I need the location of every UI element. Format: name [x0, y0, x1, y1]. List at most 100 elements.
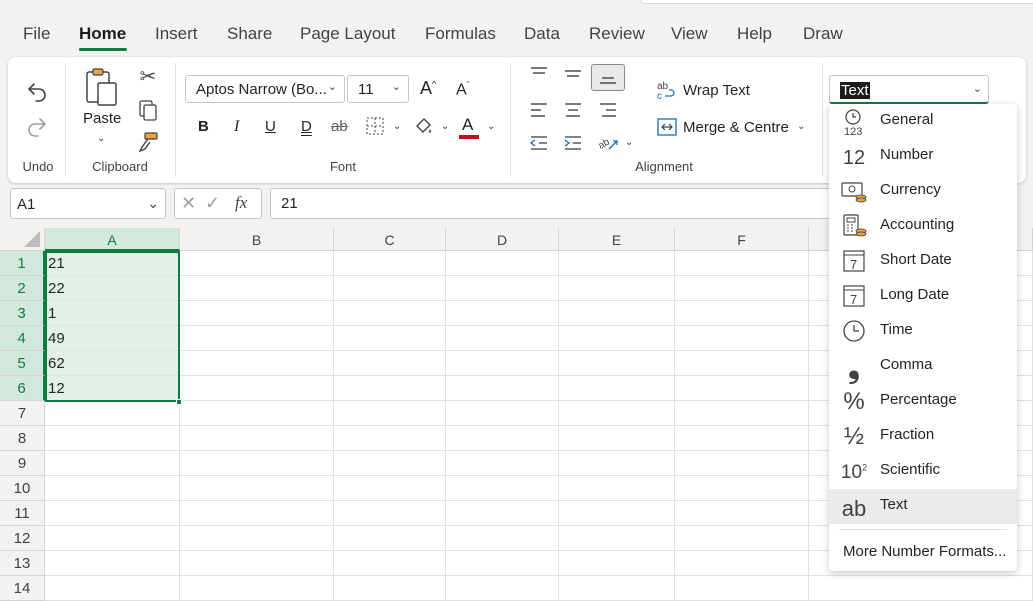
cell-b5[interactable] [180, 351, 334, 376]
cell-f9[interactable] [675, 451, 809, 476]
cell-e5[interactable] [559, 351, 675, 376]
cell-d12[interactable] [446, 526, 559, 551]
tab-page-layout[interactable]: Page Layout [300, 24, 395, 44]
row-header-7[interactable]: 7 [0, 401, 45, 426]
row-header-5[interactable]: 5 [0, 351, 45, 376]
cell-d4[interactable] [446, 326, 559, 351]
select-all-button[interactable] [0, 228, 45, 251]
cell-f12[interactable] [675, 526, 809, 551]
decrease-indent-icon[interactable] [528, 134, 550, 156]
cell-a4[interactable]: 49 [45, 326, 180, 351]
row-header-13[interactable]: 13 [0, 551, 45, 576]
column-header-c[interactable]: C [334, 228, 446, 251]
cell-d3[interactable] [446, 301, 559, 326]
cell-f3[interactable] [675, 301, 809, 326]
cell-a7[interactable] [45, 401, 180, 426]
cell-a13[interactable] [45, 551, 180, 576]
cell-e10[interactable] [559, 476, 675, 501]
font-color-button[interactable]: A [462, 115, 473, 135]
cell-e8[interactable] [559, 426, 675, 451]
row-header-11[interactable]: 11 [0, 501, 45, 526]
cell-f11[interactable] [675, 501, 809, 526]
cell-d2[interactable] [446, 276, 559, 301]
format-item-time[interactable]: Time [829, 314, 1017, 349]
cell-c7[interactable] [334, 401, 446, 426]
cell-e7[interactable] [559, 401, 675, 426]
undo-icon[interactable] [24, 79, 50, 108]
row-header-3[interactable]: 3 [0, 301, 45, 326]
cell-f1[interactable] [675, 251, 809, 276]
cell-e13[interactable] [559, 551, 675, 576]
tab-draw[interactable]: Draw [803, 24, 843, 44]
cell-b8[interactable] [180, 426, 334, 451]
format-item-percentage[interactable]: % Percentage [829, 384, 1017, 419]
shrink-font-button[interactable]: Aˇ [456, 80, 470, 99]
tab-share[interactable]: Share [227, 24, 272, 44]
fill-color-chevron-icon[interactable]: ⌄ [441, 121, 449, 132]
cell-d10[interactable] [446, 476, 559, 501]
cell-c8[interactable] [334, 426, 446, 451]
column-header-d[interactable]: D [446, 228, 559, 251]
cell-c6[interactable] [334, 376, 446, 401]
insert-function-button[interactable]: fx [235, 193, 247, 213]
strikethrough-button[interactable]: ab [331, 118, 348, 135]
cell-f14[interactable] [675, 576, 809, 601]
cell-d7[interactable] [446, 401, 559, 426]
cell-c11[interactable] [334, 501, 446, 526]
cell-a3[interactable]: 1 [45, 301, 180, 326]
row-header-9[interactable]: 9 [0, 451, 45, 476]
enter-icon[interactable]: ✓ [205, 193, 220, 214]
align-left-icon[interactable] [528, 101, 550, 123]
tab-insert[interactable]: Insert [155, 24, 198, 44]
font-name-select[interactable]: Aptos Narrow (Bo... ⌄ [185, 75, 345, 103]
cell-b13[interactable] [180, 551, 334, 576]
cell-e9[interactable] [559, 451, 675, 476]
number-format-select[interactable]: Text ⌄ [829, 75, 989, 104]
cell-b14[interactable] [180, 576, 334, 601]
font-color-chevron-icon[interactable]: ⌄ [487, 121, 495, 132]
tab-file[interactable]: File [23, 24, 50, 44]
cell-a10[interactable] [45, 476, 180, 501]
tab-view[interactable]: View [671, 24, 708, 44]
format-item-number[interactable]: 12 Number [829, 139, 1017, 174]
format-item-fraction[interactable]: ½ Fraction [829, 419, 1017, 454]
format-item-accounting[interactable]: Accounting [829, 209, 1017, 244]
cell-e3[interactable] [559, 301, 675, 326]
cell-b6[interactable] [180, 376, 334, 401]
tab-home[interactable]: Home [79, 24, 126, 44]
cell-c14[interactable] [334, 576, 446, 601]
cell-c12[interactable] [334, 526, 446, 551]
tab-help[interactable]: Help [737, 24, 772, 44]
cell-f13[interactable] [675, 551, 809, 576]
fill-handle[interactable] [176, 399, 182, 405]
tab-data[interactable]: Data [524, 24, 560, 44]
cell-d6[interactable] [446, 376, 559, 401]
format-item-long-date[interactable]: 7 Long Date [829, 279, 1017, 314]
cancel-icon[interactable]: ✕ [181, 193, 196, 214]
row-header-6[interactable]: 6 [0, 376, 45, 401]
cell-d11[interactable] [446, 501, 559, 526]
row-header-4[interactable]: 4 [0, 326, 45, 351]
orientation-chevron-icon[interactable]: ⌄ [625, 137, 633, 148]
merge-chevron-icon[interactable]: ⌄ [797, 121, 805, 132]
cell-d13[interactable] [446, 551, 559, 576]
cell-b3[interactable] [180, 301, 334, 326]
name-box[interactable]: A1 ⌄ [10, 188, 166, 219]
cell-b10[interactable] [180, 476, 334, 501]
more-number-formats-item[interactable]: More Number Formats... [843, 543, 1006, 560]
cell-d5[interactable] [446, 351, 559, 376]
cell-e6[interactable] [559, 376, 675, 401]
cut-icon[interactable]: ✂ [137, 67, 159, 87]
bold-button[interactable]: B [198, 118, 209, 135]
cell-a11[interactable] [45, 501, 180, 526]
cell-d9[interactable] [446, 451, 559, 476]
merge-center-button[interactable]: Merge & Centre [683, 119, 789, 136]
row-header-12[interactable]: 12 [0, 526, 45, 551]
fill-color-icon[interactable] [414, 117, 434, 141]
italic-button[interactable]: I [234, 118, 239, 136]
paste-button[interactable]: Paste [83, 110, 121, 127]
cell-b12[interactable] [180, 526, 334, 551]
align-bottom-button[interactable] [591, 64, 625, 91]
align-center-icon[interactable] [562, 101, 584, 123]
cell-d8[interactable] [446, 426, 559, 451]
